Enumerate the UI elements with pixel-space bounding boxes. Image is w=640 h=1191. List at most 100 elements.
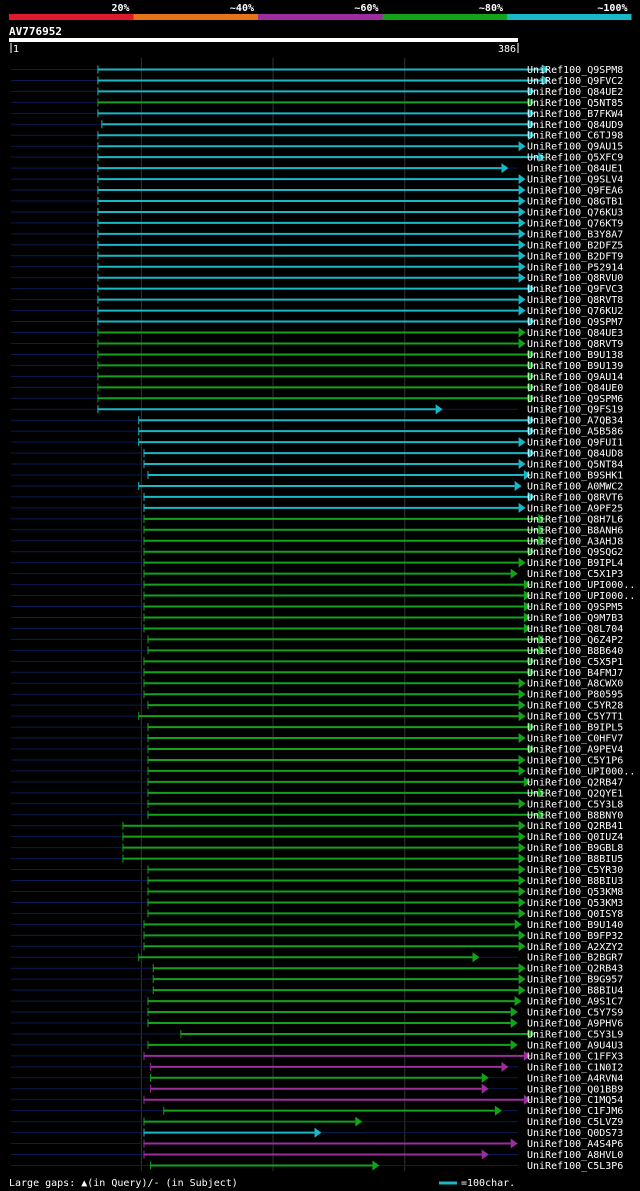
hit-row[interactable]: UniRef100_Q9FVC3 [11,283,623,296]
hit-row[interactable]: UniRef100_B2DFT9 [11,250,623,262]
hit-row[interactable]: UniRef100_B8BIU4 [11,985,623,997]
hit-label[interactable]: UniRef100_C1FJM6 [527,1106,623,1117]
hit-label[interactable]: UniRef100_C5Y7T1 [527,712,623,723]
hit-row[interactable]: UniRef100_C1N0I2 [11,1061,623,1074]
hit-label[interactable]: UniRef100_B9U138 [527,350,623,361]
hit-label[interactable]: UniRef100_B9U140 [527,920,623,931]
hit-label[interactable]: UniRef100_B9IPL5 [527,723,623,734]
hit-label[interactable]: UniRef100_Q84UE2 [527,87,623,98]
hit-label[interactable]: UniRef100_Q76KU3 [527,207,623,218]
hit-label[interactable]: UniRef100_Q9SPM5 [527,602,623,613]
hit-row[interactable]: UniRef100_A4RVN4 [11,1072,623,1085]
hit-label[interactable]: UniRef100_Q9FEA6 [527,186,623,197]
hit-row[interactable]: UniRef100_B9IPL5 [11,722,623,734]
hit-row[interactable]: UniRef100_A9PHV6 [11,1018,623,1030]
hit-row[interactable]: UniRef100_A9U4U3 [11,1039,623,1052]
hit-label[interactable]: UniRef100_A9S1C7 [527,997,623,1008]
hit-row[interactable]: UniRef100_Q01BB9 [11,1083,623,1096]
hit-row[interactable]: UniRef100_Q9FS19 [11,404,623,416]
hit-label[interactable]: UniRef100_Q9SPM8 [527,65,623,76]
hit-label[interactable]: UniRef100_Q8H7L6 [527,514,623,525]
hit-row[interactable]: UniRef100_C5Y3L9 [11,1028,623,1041]
hit-label[interactable]: UniRef100_Q53KM3 [527,898,623,909]
hit-row[interactable]: UniRef100_Q9FUI1 [11,437,623,449]
hit-label[interactable]: UniRef100_Q9M7B3 [527,613,623,624]
hit-label[interactable]: UniRef100_Q01BB9 [527,1084,623,1095]
hit-row[interactable]: UniRef100_Q9SLV4 [11,174,623,186]
hit-label[interactable]: UniRef100_C1N0I2 [527,1062,623,1073]
hit-label[interactable]: UniRef100_B8B640 [527,646,623,657]
hit-row[interactable]: UniRef100_Q84UD9 [11,119,623,131]
hit-label[interactable]: UniRef100_Q9FS19 [527,405,623,416]
hit-row[interactable]: UniRef100_B8BIU3 [11,875,623,888]
hit-label[interactable]: UniRef100_C5YR28 [527,701,623,712]
hit-row[interactable]: UniRef100_UPI000.. [11,579,635,592]
hit-label[interactable]: UniRef100_C0HFV7 [527,734,623,745]
hit-label[interactable]: UniRef100_B4FMJ7 [527,668,623,679]
hit-row[interactable]: UniRef100_Q8RVT9 [11,338,623,350]
hit-row[interactable]: UniRef100_A9PF25 [11,502,623,515]
hit-row[interactable]: UniRef100_A8CWX0 [11,678,623,690]
hit-row[interactable]: UniRef100_Q2RB47 [11,776,623,789]
hit-label[interactable]: UniRef100_Q5NT85 [527,98,623,109]
hit-row[interactable]: UniRef100_UPI000.. [11,765,635,778]
hit-row[interactable]: UniRef100_C5YR28 [11,700,623,712]
hit-label[interactable]: UniRef100_C5Y7S9 [527,1008,623,1019]
hit-row[interactable]: UniRef100_B2DFZ5 [11,239,623,252]
hit-label[interactable]: UniRef100_C5Y1P6 [527,755,623,766]
hit-label[interactable]: UniRef100_UPI000.. [527,766,635,777]
hit-label[interactable]: UniRef100_Q9SPM7 [527,317,623,328]
hit-row[interactable]: UniRef100_C5Y7T1 [11,711,623,723]
hit-label[interactable]: UniRef100_C5Y3L8 [527,799,623,810]
hit-row[interactable]: UniRef100_B3Y8A7 [11,228,623,241]
hit-row[interactable]: UniRef100_C0HFV7 [11,733,623,745]
hit-label[interactable]: UniRef100_A9U4U3 [527,1040,623,1051]
hit-row[interactable]: UniRef100_Q9SPM5 [11,601,623,614]
hit-row[interactable]: UniRef100_Q8RVU0 [11,272,623,285]
hit-label[interactable]: UniRef100_C5LVZ9 [527,1117,623,1128]
hit-label[interactable]: UniRef100_Q8RVU0 [527,273,623,284]
hit-label[interactable]: UniRef100_Q8GTB1 [527,197,623,208]
hit-row[interactable]: UniRef100_A4S4P6 [11,1138,623,1151]
hit-row[interactable]: UniRef100_Q0IUZ4 [11,831,623,844]
hit-label[interactable]: UniRef100_Q9SPM6 [527,394,623,405]
hit-row[interactable]: UniRef100_Q9AU14 [11,371,623,383]
hit-row[interactable]: UniRef100_B9G957 [11,974,623,986]
hit-label[interactable]: UniRef100_Q8L704 [527,624,623,635]
hit-row[interactable]: UniRef100_A9S1C7 [11,996,623,1008]
hit-row[interactable]: UniRef100_B9FP32 [11,930,623,942]
hit-label[interactable]: UniRef100_A8CWX0 [527,679,623,690]
hit-label[interactable]: UniRef100_Q9SQG2 [527,547,623,558]
hit-row[interactable]: UniRef100_C5LVZ9 [11,1116,623,1129]
hit-label[interactable]: UniRef100_Q0DS73 [527,1128,623,1139]
hit-row[interactable]: UniRef100_B8ANH6 [11,524,623,537]
hit-row[interactable]: UniRef100_Q2RB41 [11,820,623,833]
hit-row[interactable]: UniRef100_Q84UE1 [11,163,623,175]
hit-row[interactable]: UniRef100_Q76KT9 [11,217,623,230]
hit-label[interactable]: UniRef100_Q9FUI1 [527,438,623,449]
hit-row[interactable]: UniRef100_Q8L704 [11,623,623,635]
hit-row[interactable]: UniRef100_Q6Z4P2 [11,634,623,646]
hit-row[interactable]: UniRef100_Q76KU3 [11,206,623,219]
hit-row[interactable]: UniRef100_Q8RVT8 [11,294,623,307]
hit-label[interactable]: UniRef100_A4RVN4 [527,1073,623,1084]
hit-label[interactable]: UniRef100_Q84UE3 [527,328,623,339]
hit-row[interactable]: UniRef100_B9SHK1 [11,470,623,482]
hit-row[interactable]: UniRef100_B7FKW4 [11,108,623,120]
hit-row[interactable]: UniRef100_A9PEV4 [11,744,623,756]
hit-label[interactable]: UniRef100_B8ANH6 [527,525,623,536]
hit-row[interactable]: UniRef100_A2XZY2 [11,941,623,953]
hit-label[interactable]: UniRef100_B7FKW4 [527,109,623,120]
hit-row[interactable]: UniRef100_C1FJM6 [11,1105,623,1118]
hit-label[interactable]: UniRef100_A2XZY2 [527,942,623,953]
hit-label[interactable]: UniRef100_C1MQ54 [527,1095,623,1106]
hit-label[interactable]: UniRef100_C5L3P6 [527,1161,623,1172]
hit-row[interactable]: UniRef100_Q9SPM8 [11,64,623,76]
hit-row[interactable]: UniRef100_B9U138 [11,349,623,361]
hit-row[interactable]: UniRef100_C5X5P1 [11,656,623,668]
hit-label[interactable]: UniRef100_Q9FVC2 [527,76,623,87]
hit-row[interactable]: UniRef100_C5YR30 [11,864,623,877]
hit-row[interactable]: UniRef100_Q9M7B3 [11,612,623,624]
hit-row[interactable]: UniRef100_Q8RVT6 [11,491,623,504]
hit-label[interactable]: UniRef100_A7QB34 [527,416,623,427]
